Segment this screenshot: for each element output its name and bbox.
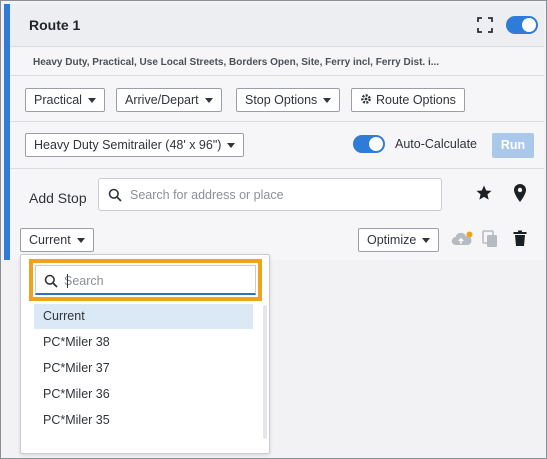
chevron-down-icon [76,238,85,244]
arrive-depart-dropdown[interactable]: Arrive/Depart [116,88,222,112]
search-icon [108,188,122,202]
version-option[interactable]: PC*Miler 35 [34,408,253,433]
route-header: Route 1 [10,4,544,46]
expand-icon[interactable] [477,17,493,33]
chevron-down-icon [87,98,96,104]
trash-icon[interactable] [513,230,527,247]
app-window: Route 1 Heavy Duty, Practical, Use Local… [0,0,547,459]
search-highlight [29,259,262,301]
add-stop-label: Add Stop [29,190,87,206]
address-search-input[interactable] [130,185,430,205]
version-search-field[interactable] [35,265,256,295]
route-options-button[interactable]: Route Options [351,88,465,112]
divider [10,168,544,169]
version-option[interactable]: PC*Miler 38 [34,330,253,355]
routing-type-label: Practical [34,93,82,107]
route-summary: Heavy Duty, Practical, Use Local Streets… [10,46,544,76]
version-dropdown-label: Current [29,233,71,247]
chevron-down-icon [227,143,236,149]
copy-icon[interactable] [482,230,498,248]
arrive-depart-label: Arrive/Depart [125,93,199,107]
vehicle-profile-label: Heavy Duty Semitrailer (48' x 96") [34,138,222,152]
version-search-input[interactable] [64,272,244,290]
optimize-dropdown[interactable]: Optimize [358,228,440,252]
version-dropdown[interactable]: Current [20,228,94,252]
version-option[interactable]: Current [34,304,253,329]
chevron-down-icon [204,98,213,104]
version-option[interactable]: PC*Miler 37 [34,356,253,381]
divider [10,121,544,122]
stop-options-label: Stop Options [245,93,318,107]
auto-calculate-toggle[interactable] [353,135,385,153]
run-button[interactable]: Run [492,133,534,158]
vehicle-profile-dropdown[interactable]: Heavy Duty Semitrailer (48' x 96") [25,133,245,157]
stop-options-dropdown[interactable]: Stop Options [236,88,341,112]
route-panel: Route 1 Heavy Duty, Practical, Use Local… [4,4,544,260]
gear-icon [361,94,371,104]
route-title: Route 1 [29,17,81,33]
cloud-upload-icon[interactable] [450,230,474,248]
route-summary-text: Heavy Duty, Practical, Use Local Streets… [33,57,440,68]
version-dropdown-menu: Current PC*Miler 38 PC*Miler 37 PC*Miler… [20,254,270,454]
scrollbar[interactable] [263,305,267,439]
route-enabled-toggle[interactable] [506,16,538,34]
chevron-down-icon [323,98,332,104]
route-options-label: Route Options [376,93,456,107]
toggle-knob [522,18,536,32]
map-pin-icon[interactable] [512,183,528,203]
routing-type-dropdown[interactable]: Practical [25,88,105,112]
toggle-knob [369,137,383,151]
search-icon [44,274,58,288]
text-cursor [67,274,68,288]
optimize-label: Optimize [367,233,417,247]
address-search-field[interactable] [98,178,442,211]
auto-calculate-label: Auto-Calculate [395,137,477,151]
version-option[interactable]: PC*Miler 36 [34,382,253,407]
chevron-down-icon [422,238,431,244]
star-icon[interactable] [475,184,493,202]
